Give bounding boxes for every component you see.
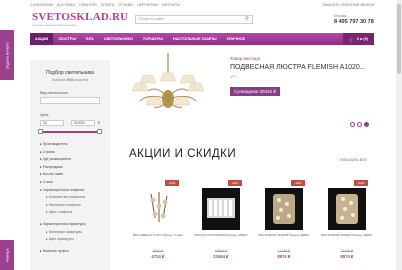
search-icon[interactable]: ⚲ <box>243 16 251 23</box>
filter-item[interactable]: ▸ Страна <box>40 149 110 157</box>
price-range: 26 - 319000 ₽ <box>40 120 100 126</box>
filter-item[interactable]: ▸ Характеристики плафона <box>40 187 110 195</box>
top-link[interactable]: О КОМПАНИИ <box>30 3 53 7</box>
nav-item[interactable]: БРА <box>81 33 99 45</box>
price-from-input[interactable]: 26 <box>40 120 64 126</box>
show-all-link[interactable]: ПОКАЗАТЬ ВСЕ <box>340 158 367 162</box>
nav-item[interactable]: ЛЮСТРЫ <box>53 33 81 45</box>
nav-items: АКЦИИ ЛЮСТРЫ БРА СВЕТИЛЬНИКИ ТОРШЕРЫ НАСТОЛЬН… <box>30 33 250 45</box>
old-price: 11238 ₽ <box>340 249 354 253</box>
nav-item[interactable]: НАСТОЛЬНЫЕ ЛАМПЫ <box>168 33 222 45</box>
filter-item[interactable]: ▸ Где размещается <box>40 156 110 164</box>
scroll-up-tab[interactable]: Наверх <box>0 240 14 270</box>
filter-item[interactable]: ▸ Наличие пульта <box>40 248 110 256</box>
old-price: 11238 ₽ <box>277 249 291 253</box>
logo-tagline: интернет-магазин светильников <box>32 23 77 27</box>
search-input[interactable]: Поиск по сайту <box>135 15 253 24</box>
new-price: 8974 ₽ <box>277 254 291 259</box>
featured-tag: Товар месяца! <box>230 56 261 61</box>
product-name[interactable]: БРА GABELLE TF/4/17 Прозер, 5 ламп <box>131 233 185 237</box>
product-name[interactable]: БРА MURANO MA0525 Прозер, ARRAY <box>320 233 374 237</box>
product-image[interactable] <box>139 188 177 230</box>
sale-cards: -25% БРА GABELLE TF/4/17 Прозер, 5 ламп 63… <box>131 180 374 270</box>
product-image[interactable] <box>328 188 366 230</box>
product-name[interactable]: БРА MURANO MA0525 Прозер, ARRAY <box>257 233 311 237</box>
featured-slider: Товар месяца! ПОДВЕСНАЯ ЛЮСТРА FLEMISH A… <box>118 48 374 138</box>
product-name[interactable]: ЛЮСТРА ПОТОЛОЧНАЯ Прозер, ARRAY <box>194 233 248 237</box>
top-link[interactable]: ОТЗЫВЫ <box>118 3 133 7</box>
filter-item[interactable]: ▸ Цвет плафона <box>40 209 110 217</box>
price-label: Цена <box>40 113 49 117</box>
new-price: 23494 ₽ <box>213 254 229 259</box>
sales-heading: АКЦИИ И СКИДКИ <box>129 148 237 160</box>
filter-item[interactable]: ▸ Стиль <box>40 179 110 187</box>
slider-dot[interactable] <box>350 122 355 127</box>
old-price: 29886 ₽ <box>214 249 228 253</box>
top-links-bar: О КОМПАНИИ ДОСТАВКА ГАРАНТИЯ ОПЛАТА ОТЗЫВЫ ПА… <box>30 0 374 9</box>
callback-link[interactable]: ЗАКАЗАТЬ ОБРАТНЫЙ ЗВОНОК <box>323 3 374 7</box>
discount-badge: -25% <box>165 180 179 186</box>
type-label: Вид светильника <box>40 91 68 95</box>
product-image[interactable] <box>265 188 303 230</box>
logo-text: SVETOSKLAD.RU <box>32 11 129 23</box>
filter-item[interactable]: ▸ Производитель <box>40 141 110 149</box>
nav-item[interactable]: СВЕТИЛЬНИКИ <box>99 33 138 45</box>
new-price: 8974 ₽ <box>340 254 354 259</box>
product-card[interactable]: -25% БРА GABELLE TF/4/17 Прозер, 5 ламп 63… <box>131 180 185 270</box>
filter-item[interactable]: ▸ Распродажа <box>40 164 110 172</box>
price-slider[interactable] <box>38 129 102 134</box>
top-link[interactable]: ГАРАНТИЯ <box>79 3 97 7</box>
nav-item[interactable]: ТОРШЕРЫ <box>138 33 168 45</box>
discount-badge: -20% <box>354 180 368 186</box>
cart-button[interactable]: 🛒 0 в (0) <box>343 33 374 45</box>
new-price: 4724 ₽ <box>151 254 165 259</box>
top-link[interactable]: ОПЛАТА <box>101 3 115 7</box>
price-to-input[interactable]: 319000 <box>70 120 95 126</box>
filter-item[interactable]: ▸ Материал арматуры <box>40 229 110 237</box>
slider-dots <box>350 122 369 127</box>
nav-item[interactable]: УЛИЧНОЕ <box>222 33 251 45</box>
top-link[interactable]: КОНТАКТЫ <box>162 3 180 7</box>
top-link[interactable]: ДОСТАВКА <box>57 3 75 7</box>
chandelier-image[interactable] <box>118 53 218 128</box>
product-image[interactable] <box>202 188 240 230</box>
product-card[interactable]: -20% БРА MURANO MA0525 Прозер, ARRAY 11238… <box>257 180 311 270</box>
filter-item[interactable]: ▸ Характеристики арматуры <box>40 221 110 229</box>
filter-sidebar: Подбор светильника Выбрано 5656 моделей … <box>30 60 110 270</box>
price-max-handle[interactable] <box>97 129 102 134</box>
top-links: О КОМПАНИИ ДОСТАВКА ГАРАНТИЯ ОПЛАТА ОТЗЫВЫ ПА… <box>30 3 180 7</box>
filter-title: Подбор светильника <box>46 70 94 76</box>
discount-badge: -20% <box>228 180 242 186</box>
filter-item[interactable]: ▸ Цвет арматуры <box>40 236 110 244</box>
phone-number[interactable]: 8 495 797 30 78 <box>334 19 374 25</box>
cart-icon: 🛒 <box>349 37 354 42</box>
filter-item[interactable]: ▸ Кол-во ламп <box>40 171 110 179</box>
filter-list: ▸ Производитель ▸ Страна ▸ Где размещается… <box>40 141 110 255</box>
featured-title[interactable]: ПОДВЕСНАЯ ЛЮСТРА FLEMISH A1020... <box>230 64 366 71</box>
product-card[interactable]: -20% ЛЮСТРА ПОТОЛОЧНАЯ Прозер, ARRAY 29886… <box>194 180 248 270</box>
old-price: 6300 ₽ <box>152 249 164 253</box>
price-currency: ₽ <box>97 121 100 125</box>
product-card[interactable]: -20% БРА MURANO MA0525 Прозер, ARRAY 11238… <box>320 180 374 270</box>
scrollbar-thumb[interactable] <box>397 4 401 74</box>
ask-question-tab[interactable]: Задать вопрос <box>0 30 14 80</box>
price-min-handle[interactable] <box>38 129 43 134</box>
filter-count: Выбрано 5656 моделей <box>51 78 89 82</box>
featured-price[interactable]: Суперцена! 20440 ₽ <box>230 87 281 96</box>
main-nav: АКЦИИ ЛЮСТРЫ БРА СВЕТИЛЬНИКИ ТОРШЕРЫ НАСТОЛЬН… <box>30 33 374 45</box>
top-link[interactable]: ПАРТНЕРАМ <box>137 3 158 7</box>
nav-item[interactable]: АКЦИИ <box>30 33 54 45</box>
scrollbar[interactable] <box>396 0 402 270</box>
slider-dot[interactable] <box>364 122 369 127</box>
slider-dot[interactable] <box>357 122 362 127</box>
filter-item[interactable]: ▸ Материал плафона <box>40 202 110 210</box>
phone-city: Москва <box>334 14 346 18</box>
filter-item[interactable]: ▸ Количество плафонов <box>40 194 110 202</box>
cart-label: 0 в (0) <box>356 37 368 41</box>
site-logo[interactable]: SVETOSKLAD.RU интернет-магазин светильни… <box>32 11 128 27</box>
featured-article: АРТ. <box>230 75 237 79</box>
type-select[interactable] <box>40 97 100 104</box>
discount-badge: -20% <box>291 180 305 186</box>
